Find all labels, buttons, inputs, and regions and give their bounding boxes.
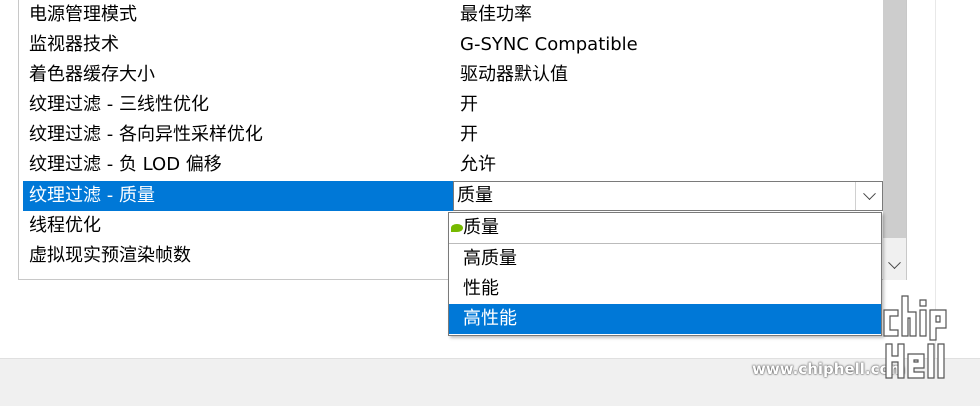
setting-row-power-mode[interactable]: 电源管理模式 最佳功率: [23, 0, 881, 30]
setting-row-shader-cache[interactable]: 着色器缓存大小 驱动器默认值: [23, 60, 881, 90]
setting-value: 驱动器默认值: [460, 64, 568, 85]
setting-name: 线程优化: [29, 215, 101, 236]
chiphell-logo-icon: [883, 295, 947, 379]
setting-name: 电源管理模式: [29, 4, 137, 25]
scroll-down-button[interactable]: [883, 252, 906, 278]
setting-name: 监视器技术: [29, 34, 119, 55]
list-scrollbar-thumb[interactable]: [883, 0, 906, 238]
option-label: 性能: [463, 278, 499, 299]
dropdown-option-high-quality[interactable]: 高质量: [449, 244, 881, 274]
dropdown-option-high-performance[interactable]: 高性能: [449, 304, 881, 334]
quality-dropdown-list: 质量 高质量 性能 高性能: [448, 212, 882, 336]
option-label: 高性能: [463, 308, 517, 329]
setting-row-monitor-tech[interactable]: 监视器技术 G-SYNC Compatible: [23, 30, 881, 60]
setting-row-texture-quality[interactable]: 纹理过滤 - 质量 质量: [23, 181, 883, 211]
setting-value: 最佳功率: [460, 4, 532, 25]
option-label: 高质量: [463, 248, 517, 269]
dropdown-option-performance[interactable]: 性能: [449, 274, 881, 304]
dropdown-option-quality[interactable]: 质量: [449, 213, 881, 244]
setting-row-anisotropic-opt[interactable]: 纹理过滤 - 各向异性采样优化 开: [23, 120, 881, 150]
combo-selected-value: 质量: [457, 185, 493, 206]
combo-dropdown-button[interactable]: [855, 182, 882, 210]
setting-row-negative-lod[interactable]: 纹理过滤 - 负 LOD 偏移 允许: [23, 150, 881, 180]
setting-value: 开: [460, 124, 478, 145]
setting-name: 纹理过滤 - 质量: [29, 185, 155, 206]
chevron-down-icon: [862, 186, 876, 200]
setting-value: 允许: [460, 154, 496, 175]
setting-name: 纹理过滤 - 三线性优化: [29, 94, 209, 115]
option-label: 质量: [463, 217, 499, 238]
chevron-down-icon: [888, 255, 901, 269]
setting-name: 纹理过滤 - 各向异性采样优化: [29, 124, 263, 145]
setting-name: 着色器缓存大小: [29, 64, 155, 85]
setting-value: 开: [460, 94, 478, 115]
setting-name: 纹理过滤 - 负 LOD 偏移: [29, 154, 222, 175]
nvidia-icon: [451, 224, 463, 232]
setting-name: 虚拟现实预渲染帧数: [29, 245, 191, 266]
quality-combobox[interactable]: 质量: [453, 181, 883, 211]
setting-value: G-SYNC Compatible: [460, 34, 638, 55]
setting-row-trilinear-opt[interactable]: 纹理过滤 - 三线性优化 开: [23, 90, 881, 120]
